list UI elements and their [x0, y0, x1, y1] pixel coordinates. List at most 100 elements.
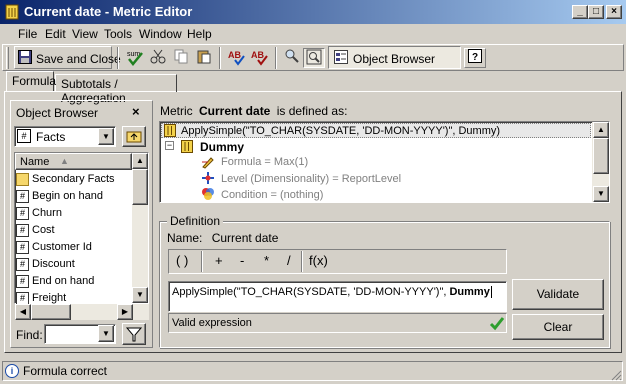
scroll-down-icon[interactable]: ▼ — [132, 287, 148, 303]
scroll-up-icon[interactable]: ▲ — [593, 122, 609, 138]
svg-text:AB: AB — [228, 50, 241, 60]
menu-view[interactable]: View — [72, 27, 98, 41]
parentheses-button[interactable]: ( ) — [176, 253, 188, 271]
definition-name-value: Current date — [211, 231, 279, 245]
metric-caption: Metric Current date is defined as: — [160, 104, 347, 118]
info-icon: i — [5, 364, 19, 378]
condition-icon — [201, 187, 215, 201]
metric-editor-icon — [4, 4, 20, 20]
validate-button[interactable]: Validate — [512, 279, 604, 310]
scroll-right-icon[interactable]: ▶ — [117, 304, 133, 320]
list-item[interactable]: # Begin on hand — [16, 189, 132, 205]
list-item[interactable]: # Cost — [16, 223, 132, 239]
up-folder-icon — [126, 131, 142, 143]
object-browser-close-icon[interactable]: × — [132, 104, 140, 119]
parent-folder-button[interactable] — [122, 126, 146, 147]
tree-child-label[interactable]: Dummy — [200, 140, 244, 154]
folder-select-chevron-down-icon[interactable]: ▼ — [98, 128, 114, 145]
toolbar-grip[interactable] — [6, 47, 9, 69]
list-item[interactable]: # Churn — [16, 206, 132, 222]
menu-edit[interactable]: Edit — [45, 27, 66, 41]
cut-icon[interactable] — [147, 48, 169, 68]
save-and-close-label: Save and Close — [36, 52, 121, 66]
toolbar-separator — [275, 47, 277, 69]
menu-window[interactable]: Window — [139, 27, 182, 41]
divide-button[interactable]: / — [287, 253, 291, 271]
list-item[interactable]: # Customer Id — [16, 240, 132, 256]
minus-button[interactable]: - — [240, 253, 244, 271]
plus-button[interactable]: + — [215, 253, 223, 271]
definition-name-row: Name: Current date — [167, 231, 278, 245]
horizontal-scroll-thumb[interactable] — [31, 304, 71, 320]
clear-button[interactable]: Clear — [512, 314, 604, 340]
find-chevron-down-icon[interactable]: ▼ — [98, 325, 114, 342]
subtotals-icon[interactable]: sum — [124, 48, 146, 68]
list-item[interactable]: Secondary Facts — [16, 172, 132, 188]
formula-text-bold: Dummy — [449, 286, 490, 298]
menu-tools[interactable]: Tools — [104, 27, 132, 41]
scroll-down-icon[interactable]: ▼ — [593, 186, 609, 202]
minimize-button[interactable]: _ — [572, 5, 588, 19]
filter-button[interactable] — [122, 323, 146, 345]
operator-separator — [301, 251, 303, 272]
maximize-button[interactable]: □ — [588, 5, 604, 19]
resize-grip-icon[interactable] — [610, 369, 622, 381]
fact-icon: # — [16, 258, 29, 271]
find-icon[interactable] — [281, 48, 303, 68]
fact-icon: # — [16, 190, 29, 203]
filter-icon — [125, 327, 143, 342]
tree-scroll-thumb[interactable] — [593, 138, 609, 174]
paste-icon[interactable] — [193, 48, 215, 68]
list-item[interactable]: # End on hand — [16, 274, 132, 290]
spell-check-options-icon[interactable]: AB — [249, 48, 271, 68]
tab-formula[interactable]: Formula — [6, 71, 56, 91]
object-browser-toggle-label: Object Browser — [353, 52, 436, 66]
fact-icon: # — [16, 292, 29, 304]
text-cursor — [490, 286, 492, 298]
facts-folder-icon: # — [17, 129, 31, 143]
object-browser-icon — [334, 50, 348, 64]
menu-file[interactable]: File — [18, 27, 37, 41]
tree-collapse-icon[interactable]: − — [165, 141, 174, 150]
level-icon — [201, 171, 215, 185]
copy-icon[interactable] — [170, 48, 192, 68]
object-browser-title: Object Browser — [16, 106, 99, 120]
tree-level-property[interactable]: Level (Dimensionality) = ReportLevel — [221, 173, 401, 185]
metric-name: Current date — [199, 104, 271, 118]
scroll-left-icon[interactable]: ◀ — [15, 304, 31, 320]
save-icon — [18, 50, 32, 64]
close-button[interactable]: × — [606, 5, 622, 19]
validation-status-text: Valid expression — [172, 317, 252, 329]
scroll-up-icon[interactable]: ▲ — [132, 153, 148, 169]
svg-text:AB: AB — [251, 50, 264, 60]
folder-select-value: Facts — [36, 130, 66, 144]
metric-caption-prefix: Metric — [160, 104, 193, 118]
toolbar-separator — [219, 47, 221, 69]
tree-condition-property[interactable]: Condition = (nothing) — [221, 189, 323, 201]
zoom-icon[interactable] — [303, 48, 325, 68]
fact-icon: # — [16, 275, 29, 288]
window-title: Current date - Metric Editor — [24, 4, 193, 19]
metric-caption-suffix: is defined as: — [276, 104, 348, 118]
spell-check-icon[interactable]: AB — [226, 48, 248, 68]
list-item[interactable]: # Discount — [16, 257, 132, 273]
tree-formula-property[interactable]: Formula = Max(1) — [221, 156, 308, 168]
fact-icon: # — [16, 241, 29, 254]
vertical-scroll-thumb[interactable] — [132, 169, 148, 205]
metric-icon — [181, 140, 193, 153]
list-item[interactable]: # Freight — [16, 291, 132, 304]
multiply-button[interactable]: * — [264, 253, 269, 271]
sort-ascending-icon: ▲ — [60, 156, 69, 166]
check-icon — [489, 315, 505, 331]
formula-text: ApplySimple("TO_CHAR(SYSDATE, 'DD-MON-YY… — [172, 286, 492, 298]
formula-text-main: ApplySimple("TO_CHAR(SYSDATE, 'DD-MON-YY… — [172, 286, 450, 298]
function-button[interactable]: f(x) — [309, 253, 328, 271]
status-bar-text: Formula correct — [23, 364, 108, 378]
name-column-header-label: Name — [20, 156, 50, 168]
tab-subtotals-aggregation[interactable]: Subtotals / Aggregation — [55, 74, 177, 105]
svg-text:?: ? — [472, 52, 478, 63]
fact-icon: # — [16, 224, 29, 237]
formula-icon — [201, 155, 215, 169]
menu-help[interactable]: Help — [187, 27, 212, 41]
help-icon[interactable]: ? — [464, 48, 486, 68]
